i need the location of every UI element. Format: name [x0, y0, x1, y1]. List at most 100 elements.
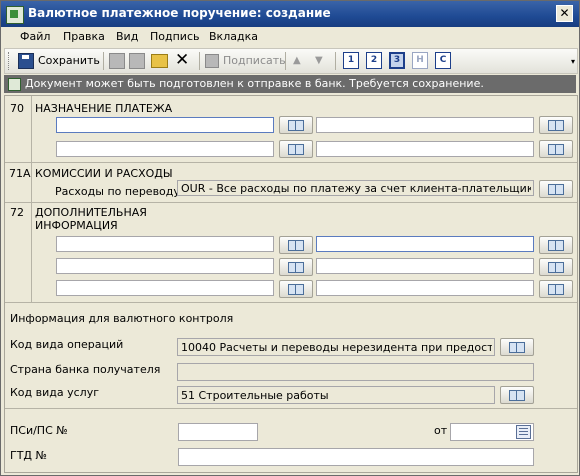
menu-file[interactable]: Файл [20, 30, 50, 43]
close-button[interactable]: ✕ [556, 5, 573, 22]
menu-edit[interactable]: Правка [63, 30, 105, 43]
additional-dict-button-2[interactable] [539, 236, 573, 254]
dictionary-icon [548, 239, 564, 251]
dictionary-icon [548, 183, 564, 195]
purpose-dict-button-3[interactable] [279, 140, 313, 158]
calendar-icon[interactable] [516, 425, 531, 439]
open-button[interactable] [151, 52, 168, 69]
section-divider [5, 408, 577, 409]
service-field[interactable]: 51 Строительные работы [177, 386, 495, 404]
service-label: Код вида услуг [10, 386, 99, 399]
menu-sign[interactable]: Подпись [150, 30, 199, 43]
purpose-dict-button-4[interactable] [539, 140, 573, 158]
section-70-title: НАЗНАЧЕНИЕ ПЛАТЕЖА [35, 102, 173, 115]
code-column-divider [31, 96, 32, 302]
op-code-value: 10040 Расчеты и переводы нерезидента при… [181, 341, 492, 354]
tab-1-button[interactable]: 1 [343, 52, 359, 69]
move-up-button[interactable]: ▲ [293, 52, 301, 69]
purpose-line-2[interactable] [316, 117, 534, 133]
sign-icon [205, 53, 219, 68]
additional-line-2[interactable] [316, 236, 534, 252]
section-70-code: 70 [10, 102, 24, 115]
toolbar-separator [103, 52, 104, 70]
additional-dict-button-4[interactable] [539, 258, 573, 276]
additional-line-3[interactable] [56, 258, 274, 274]
page-1-icon: 1 [343, 52, 359, 69]
dictionary-icon [548, 143, 564, 155]
toolbar-grip[interactable] [8, 52, 12, 70]
document-icon [6, 6, 24, 24]
charges-dict-button[interactable] [539, 180, 573, 198]
additional-dict-button-6[interactable] [539, 280, 573, 298]
status-message: Документ может быть подготовлен к отправ… [25, 77, 484, 90]
tab-h-button[interactable]: H [412, 52, 428, 69]
sign-button[interactable]: Подписать [205, 52, 286, 69]
gtd-input[interactable] [178, 448, 534, 466]
additional-dict-button-3[interactable] [279, 258, 313, 276]
page-3-icon: 3 [389, 52, 405, 69]
toolbar-separator [335, 52, 336, 70]
save-label: Сохранить [38, 54, 100, 67]
section-divider [5, 162, 577, 163]
window-title: Валютное платежное поручение: создание [28, 6, 331, 20]
psi-label: ПСи/ПС № [10, 424, 68, 437]
additional-line-4[interactable] [316, 258, 534, 274]
service-dict-button[interactable] [500, 386, 534, 404]
tab-3-button[interactable]: 3 [389, 52, 405, 69]
additional-line-5[interactable] [56, 280, 274, 296]
page-c-icon: C [435, 52, 451, 69]
dictionary-icon [288, 143, 304, 155]
section-72-code: 72 [10, 206, 24, 219]
move-down-button[interactable]: ▼ [315, 52, 323, 69]
title-bar: Валютное платежное поручение: создание ✕ [1, 1, 579, 27]
dictionary-icon [288, 239, 304, 251]
date-input[interactable] [450, 423, 534, 441]
section-72-title-2: ИНФОРМАЦИЯ [35, 219, 118, 232]
delete-button[interactable]: ✕ [175, 49, 189, 71]
print-icon [109, 52, 125, 69]
tab-c-button[interactable]: C [435, 52, 451, 69]
psi-input[interactable] [178, 423, 258, 441]
menu-tab[interactable]: Вкладка [209, 30, 258, 43]
op-code-label: Код вида операций [10, 338, 124, 351]
purpose-line-3[interactable] [56, 141, 274, 157]
dictionary-icon [288, 119, 304, 131]
status-bar: Документ может быть подготовлен к отправ… [4, 75, 576, 93]
op-code-dict-button[interactable] [500, 338, 534, 356]
toolbar-separator [285, 52, 286, 70]
payment-order-window: Валютное платежное поручение: создание ✕… [0, 0, 580, 476]
print-button[interactable] [109, 52, 125, 69]
additional-dict-button-5[interactable] [279, 280, 313, 298]
save-button[interactable]: Сохранить [18, 52, 100, 69]
folder-icon [151, 53, 168, 68]
section-divider [5, 202, 577, 203]
copy-button[interactable] [129, 52, 145, 69]
page-2-icon: 2 [366, 52, 382, 69]
menu-bar: Файл Правка Вид Подпись Вкладка [1, 27, 579, 47]
tab-2-button[interactable]: 2 [366, 52, 382, 69]
section-71a-code: 71А [9, 167, 31, 180]
dictionary-icon [548, 283, 564, 295]
arrow-up-icon: ▲ [293, 55, 301, 66]
purpose-line-4[interactable] [316, 141, 534, 157]
additional-line-1[interactable] [56, 236, 274, 252]
country-field[interactable] [177, 363, 534, 381]
additional-line-6[interactable] [316, 280, 534, 296]
op-code-field[interactable]: 10040 Расчеты и переводы нерезидента при… [177, 338, 495, 356]
charges-value: OUR - Все расходы по платежу за счет кли… [181, 182, 531, 195]
dictionary-icon [288, 283, 304, 295]
status-doc-icon [8, 78, 21, 91]
menu-view[interactable]: Вид [116, 30, 138, 43]
purpose-dict-button-2[interactable] [539, 116, 573, 134]
dictionary-icon [288, 261, 304, 273]
arrow-down-icon: ▼ [315, 55, 323, 66]
dictionary-icon [548, 119, 564, 131]
dictionary-icon [509, 389, 525, 401]
toolbar-overflow-icon[interactable]: ▾ [571, 57, 575, 66]
purpose-line-1[interactable] [56, 117, 274, 133]
toolbar: Сохранить ✕ Подписать ▲ ▼ 1 2 3 H C ▾ [4, 48, 578, 74]
charges-field[interactable]: OUR - Все расходы по платежу за счет кли… [177, 180, 534, 196]
section-divider [5, 302, 577, 303]
purpose-dict-button-1[interactable] [279, 116, 313, 134]
additional-dict-button-1[interactable] [279, 236, 313, 254]
